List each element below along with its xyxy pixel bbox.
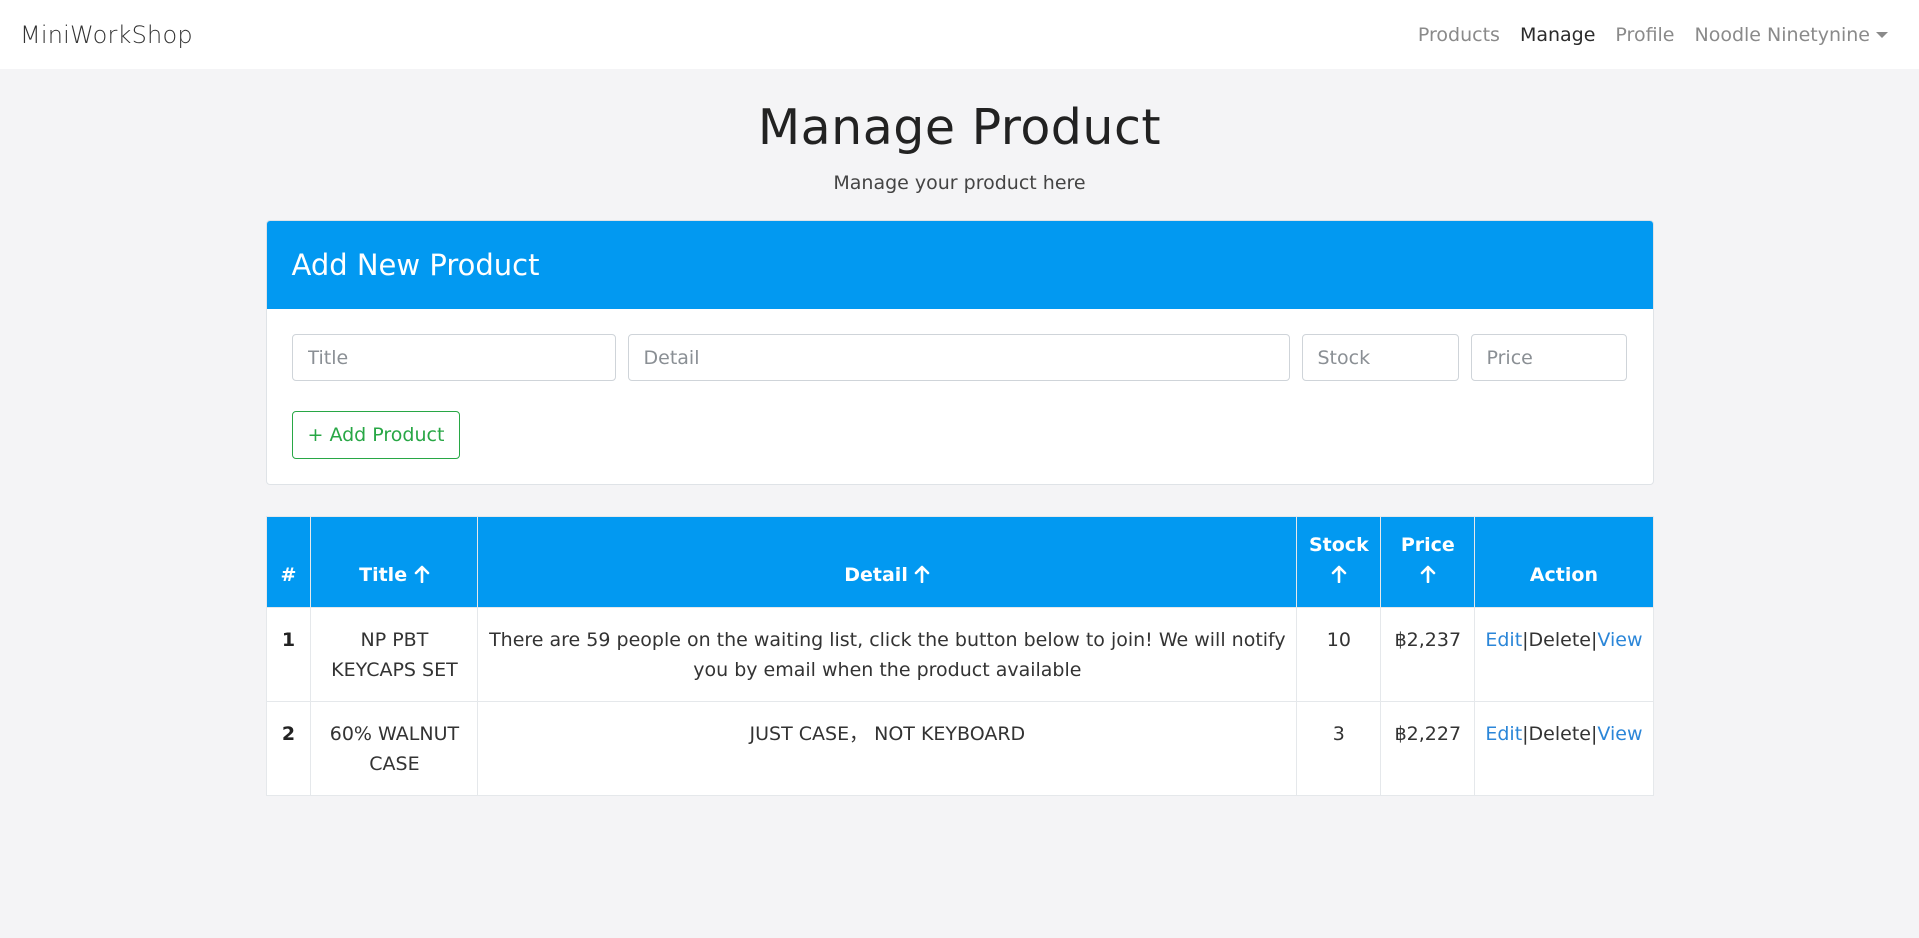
user-name: Noodle Ninetynine: [1694, 23, 1871, 46]
row-price: ฿2,237: [1380, 607, 1476, 702]
product-table: # Title Detail Stock Price Action 1 NP P…: [265, 516, 1654, 796]
nav-manage[interactable]: Manage: [1520, 24, 1595, 46]
form-row: [291, 334, 1628, 381]
header-price-label: Price: [1400, 534, 1455, 556]
row-index: 2: [265, 701, 312, 796]
add-product-card-title: Add New Product: [266, 221, 1653, 309]
delete-link[interactable]: Delete: [1529, 629, 1591, 651]
main-container: Add New Product + Add Product # Titl: [265, 220, 1654, 796]
row-detail: JUST CASE， NOT KEYBOARD: [477, 701, 1298, 796]
row-index: 1: [265, 607, 312, 702]
row-price: ฿2,227: [1380, 701, 1476, 796]
nav-links: Products Manage Profile Noodle Ninetynin…: [1418, 24, 1888, 46]
detail-input[interactable]: [627, 334, 1290, 381]
header-index: #: [265, 516, 312, 608]
table-body: 1 NP PBT KEYCAPS SET There are 59 people…: [265, 607, 1654, 796]
page-header: Manage Product Manage your product here: [0, 99, 1919, 194]
price-input[interactable]: [1470, 334, 1627, 381]
header-price[interactable]: Price: [1380, 516, 1476, 608]
nav-profile[interactable]: Profile: [1615, 24, 1674, 46]
row-actions: Edit|Delete|View: [1474, 701, 1654, 796]
nav-products[interactable]: Products: [1418, 24, 1500, 46]
delete-link[interactable]: Delete: [1529, 723, 1591, 745]
arrow-up-icon: [915, 565, 930, 583]
stock-input[interactable]: [1301, 334, 1459, 381]
header-stock-label: Stock: [1308, 534, 1369, 556]
row-title: 60% WALNUT CASE: [310, 701, 479, 796]
row-stock: 3: [1296, 701, 1382, 796]
table-row: 1 NP PBT KEYCAPS SET There are 59 people…: [265, 607, 1654, 702]
nav-user-dropdown[interactable]: Noodle Ninetynine: [1694, 23, 1888, 46]
header-title-label: Title: [359, 564, 408, 586]
add-product-form: + Add Product: [267, 309, 1653, 484]
arrow-up-icon: [1331, 565, 1347, 583]
row-detail: There are 59 people on the waiting list,…: [477, 607, 1298, 702]
header-stock[interactable]: Stock: [1296, 516, 1382, 608]
view-link[interactable]: View: [1597, 723, 1642, 745]
header-title[interactable]: Title: [310, 516, 479, 608]
add-product-card: Add New Product + Add Product: [265, 220, 1654, 485]
caret-down-icon: [1876, 32, 1888, 38]
arrow-up-icon: [1420, 565, 1436, 583]
row-actions: Edit|Delete|View: [1474, 607, 1654, 702]
page-title: Manage Product: [757, 99, 1162, 156]
row-title: NP PBT KEYCAPS SET: [310, 607, 479, 702]
header-action: Action: [1474, 516, 1654, 608]
arrow-up-icon: [414, 565, 430, 583]
brand-logo[interactable]: MiniWorkShop: [20, 21, 193, 49]
navbar: MiniWorkShop Products Manage Profile Noo…: [0, 0, 1919, 69]
header-detail-label: Detail: [844, 564, 908, 586]
row-stock: 10: [1296, 607, 1382, 702]
add-product-button[interactable]: + Add Product: [291, 411, 461, 459]
edit-link[interactable]: Edit: [1485, 723, 1522, 745]
table-head: # Title Detail Stock Price Action: [265, 516, 1654, 608]
header-detail[interactable]: Detail: [477, 516, 1298, 608]
table-row: 2 60% WALNUT CASE JUST CASE， NOT KEYBOAR…: [265, 701, 1654, 796]
view-link[interactable]: View: [1597, 629, 1642, 651]
page-subtitle: Manage your product here: [833, 172, 1086, 194]
title-input[interactable]: [291, 334, 616, 381]
edit-link[interactable]: Edit: [1485, 629, 1522, 651]
